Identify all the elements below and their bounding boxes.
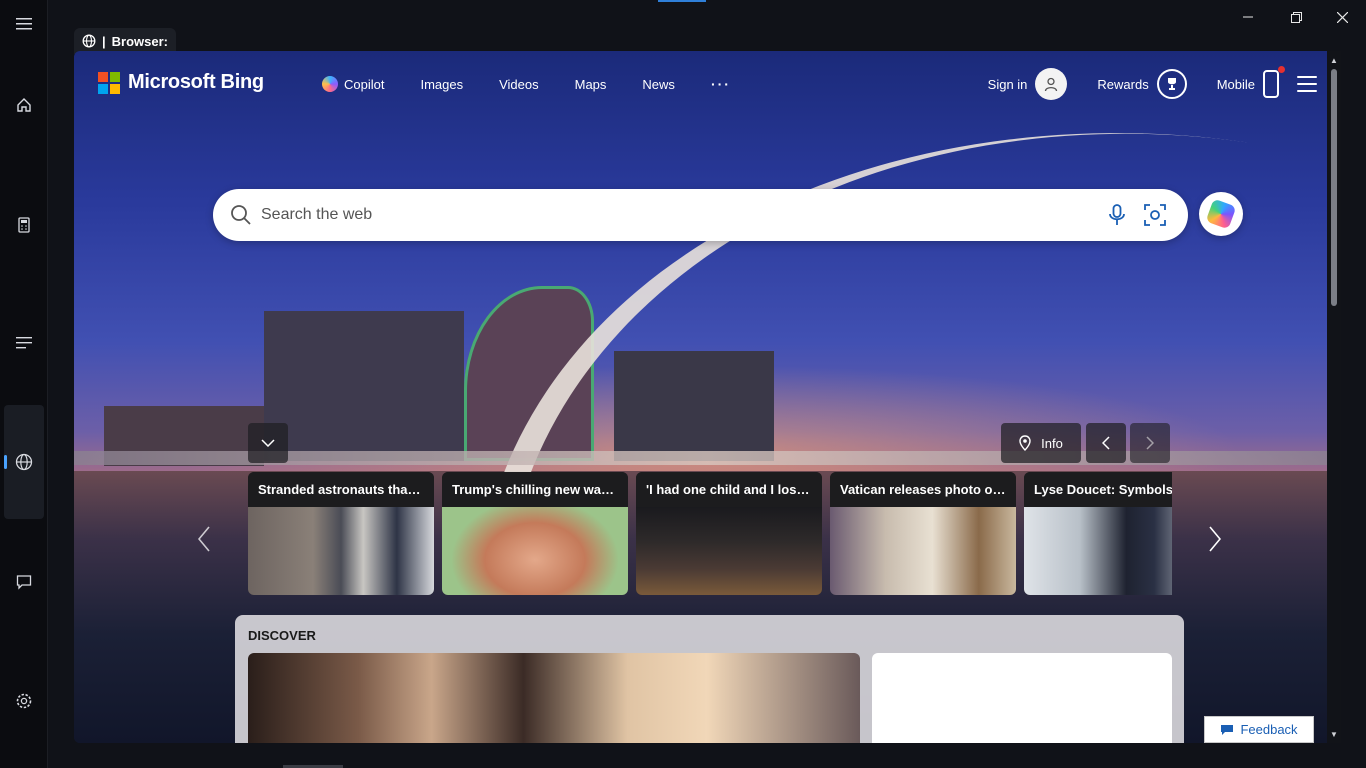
chevron-down-icon [261,439,275,447]
news-card[interactable]: Vatican releases photo of P... [830,472,1016,595]
maximize-button[interactable] [1274,4,1318,30]
copilot-button[interactable] [1199,192,1243,236]
news-prev-arrow[interactable] [189,519,219,559]
phone-icon [1263,66,1285,98]
news-title: Stranded astronauts thank ... [248,472,434,507]
location-pin-icon [1019,435,1031,451]
notes-icon[interactable] [4,323,44,363]
nav-videos[interactable]: Videos [499,77,539,92]
copilot-icon [1205,198,1237,230]
news-image [442,507,628,595]
scroll-down-icon[interactable]: ▼ [1329,729,1339,739]
globe-icon [15,453,33,471]
collapse-button[interactable] [248,423,288,463]
minimize-button[interactable] [1226,4,1270,30]
search-box [213,189,1188,241]
news-card[interactable]: Lyse Doucet: Symbols ar [1024,472,1172,595]
info-button[interactable]: Info [1001,423,1081,463]
visual-search-icon[interactable] [1138,198,1172,232]
browser-rail-item[interactable] [4,405,44,519]
trophy-icon [1156,69,1187,99]
news-image [248,507,434,595]
web-viewport: Microsoft Bing Copilot Images Videos Map… [74,51,1341,743]
header-actions: Sign in Rewards Mobile [958,66,1317,100]
hamburger-menu-icon[interactable] [1297,76,1317,92]
microphone-icon[interactable] [1100,198,1134,232]
microsoft-logo-icon [98,71,120,94]
chevron-right-icon [1209,526,1221,552]
globe-icon [82,34,96,48]
scroll-up-icon[interactable]: ▲ [1329,55,1339,65]
chevron-right-icon [1146,436,1154,450]
chevron-left-icon [1102,436,1110,450]
bing-logo[interactable]: Microsoft Bing [98,71,264,94]
mobile-button[interactable]: Mobile [1217,66,1285,98]
discover-card[interactable] [872,653,1172,743]
nav-more[interactable]: ··· [711,76,731,92]
search-input[interactable] [261,206,1096,224]
next-image-button[interactable] [1130,423,1170,463]
title-bar [48,0,1366,34]
news-title: Lyse Doucet: Symbols ar [1024,472,1172,507]
tab-label: Browser: [111,33,168,49]
news-title: 'I had one child and I lost h... [636,472,822,507]
feedback-button[interactable]: Feedback [1204,716,1314,743]
chat-icon[interactable] [4,562,44,602]
nav-copilot[interactable]: Copilot [322,76,384,92]
close-button[interactable] [1320,4,1364,30]
nav-news[interactable]: News [642,77,675,92]
news-card[interactable]: Trump's chilling new warni... [442,472,628,595]
background-building [264,311,464,461]
vertical-scrollbar[interactable]: ▲ ▼ [1327,51,1341,743]
news-image [830,507,1016,595]
news-title: Vatican releases photo of P... [830,472,1016,507]
top-nav: Copilot Images Videos Maps News ··· [322,76,767,92]
rewards-button[interactable]: Rewards [1097,69,1187,99]
news-image [636,507,822,595]
discover-label: DISCOVER [248,628,316,643]
home-icon[interactable] [4,85,44,125]
discover-feature-image[interactable] [248,653,860,743]
settings-icon[interactable] [4,681,44,721]
nav-maps[interactable]: Maps [575,77,607,92]
search-icon [231,205,251,225]
user-avatar-icon [1035,68,1068,100]
nav-images[interactable]: Images [420,77,463,92]
previous-image-button[interactable] [1086,423,1126,463]
menu-icon[interactable] [4,4,44,44]
active-indicator [658,0,706,2]
news-carousel: Stranded astronauts thank ... Trump's ch… [248,472,1172,595]
news-card[interactable]: Stranded astronauts thank ... [248,472,434,595]
calculator-icon[interactable] [4,205,44,245]
bing-header: Microsoft Bing Copilot Images Videos Map… [74,51,1341,121]
news-card[interactable]: 'I had one child and I lost h... [636,472,822,595]
left-rail [0,0,48,768]
scroll-thumb[interactable] [1331,69,1337,306]
news-title: Trump's chilling new warni... [442,472,628,507]
copilot-icon [322,76,338,92]
news-image [1024,507,1172,595]
sign-in-button[interactable]: Sign in [988,68,1068,100]
news-next-arrow[interactable] [1200,519,1230,559]
discover-section: DISCOVER [235,615,1184,743]
chevron-left-icon [198,526,210,552]
feedback-icon [1221,724,1234,735]
logo-text: Microsoft Bing [128,71,264,93]
